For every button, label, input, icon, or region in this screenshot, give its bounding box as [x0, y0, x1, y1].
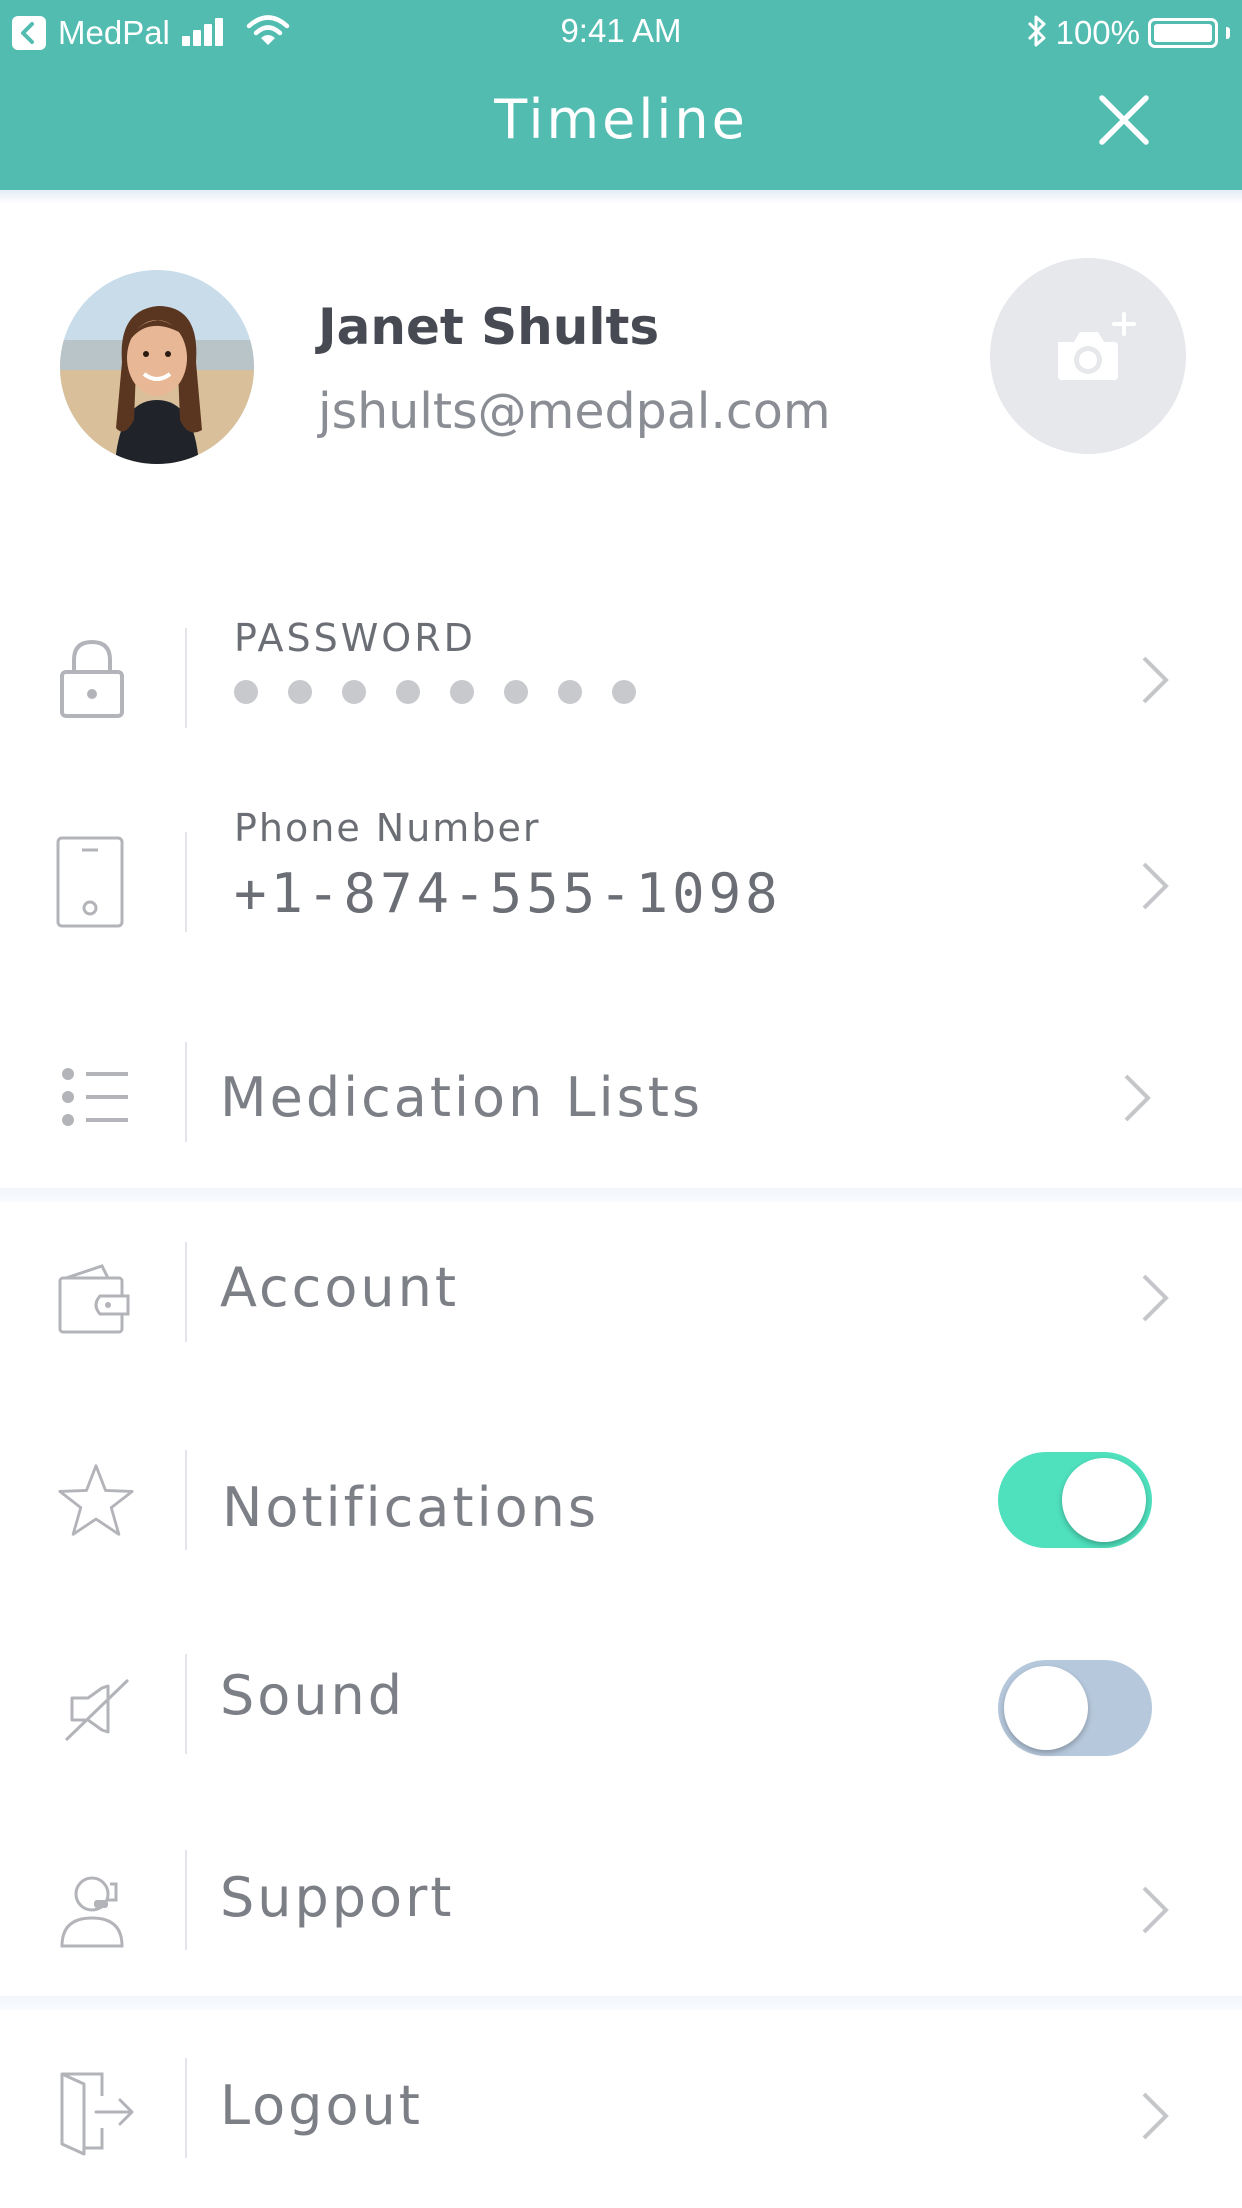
- notifications-label: Notifications: [222, 1476, 599, 1539]
- back-arrow-icon[interactable]: [12, 16, 46, 50]
- toggle-knob: [1062, 1458, 1146, 1542]
- password-dot: [396, 680, 420, 704]
- sound-toggle[interactable]: [998, 1660, 1152, 1756]
- profile-email: jshults@medpal.com: [318, 383, 831, 440]
- phone-number-value: +1-874-555-1098: [234, 862, 782, 925]
- sound-label: Sound: [220, 1664, 406, 1727]
- account-row[interactable]: Account: [0, 1230, 1242, 1370]
- sound-off-icon: [64, 1678, 130, 1742]
- status-bar-right: 100%: [1026, 10, 1230, 56]
- camera-add-icon: [1058, 312, 1136, 380]
- section-separator: [0, 1188, 1242, 1202]
- support-label: Support: [220, 1866, 455, 1929]
- medication-lists-row[interactable]: Medication Lists: [0, 1030, 1242, 1170]
- password-label: PASSWORD: [234, 616, 476, 660]
- row-divider: [185, 628, 187, 728]
- add-photo-button[interactable]: [990, 258, 1186, 454]
- password-masked-value: [234, 680, 636, 704]
- logout-row[interactable]: Logout: [0, 2040, 1242, 2190]
- chevron-right-icon: [1142, 1274, 1169, 1322]
- wifi-icon: [246, 15, 290, 51]
- phone-number-row[interactable]: Phone Number +1-874-555-1098: [0, 800, 1242, 960]
- password-dot: [234, 680, 258, 704]
- notifications-row: Notifications: [0, 1440, 1242, 1580]
- phone-icon: [56, 836, 124, 928]
- row-divider: [185, 1850, 187, 1950]
- row-divider: [185, 1042, 187, 1142]
- support-icon: [60, 1876, 124, 1948]
- password-dot: [558, 680, 582, 704]
- battery-percentage: 100%: [1055, 14, 1140, 51]
- close-icon: [1099, 95, 1149, 145]
- password-dot: [342, 680, 366, 704]
- logout-icon: [60, 2072, 134, 2156]
- row-divider: [185, 832, 187, 932]
- back-app-label[interactable]: MedPal: [58, 14, 170, 52]
- toggle-knob: [1004, 1666, 1088, 1750]
- lock-icon: [60, 639, 124, 718]
- phone-number-label: Phone Number: [234, 806, 541, 850]
- battery-fill: [1154, 24, 1212, 42]
- bluetooth-icon: [1026, 14, 1048, 52]
- section-separator: [0, 1996, 1242, 2010]
- password-dot: [288, 680, 312, 704]
- password-dot: [504, 680, 528, 704]
- page-title: Timeline: [494, 88, 748, 151]
- close-button[interactable]: [1090, 86, 1158, 154]
- wallet-icon: [58, 1264, 130, 1334]
- chevron-right-icon: [1142, 2092, 1169, 2140]
- list-icon: [62, 1068, 128, 1126]
- password-dot: [450, 680, 474, 704]
- battery-icon: [1148, 18, 1218, 48]
- row-divider: [185, 1654, 187, 1754]
- signal-icon: [181, 16, 234, 50]
- chevron-right-icon: [1142, 862, 1169, 910]
- header-shadow: [0, 190, 1242, 204]
- logout-label: Logout: [220, 2074, 423, 2137]
- status-bar-left: MedPal: [12, 10, 290, 56]
- account-label: Account: [220, 1256, 460, 1319]
- password-dot: [612, 680, 636, 704]
- profile-name: Janet Shults: [318, 298, 660, 356]
- support-row[interactable]: Support: [0, 1840, 1242, 1980]
- row-divider: [185, 1450, 187, 1550]
- notifications-toggle[interactable]: [998, 1452, 1152, 1548]
- chevron-right-icon: [1142, 1886, 1169, 1934]
- avatar[interactable]: [60, 270, 254, 464]
- row-divider: [185, 1242, 187, 1342]
- row-divider: [185, 2058, 187, 2158]
- star-icon: [58, 1464, 134, 1536]
- chevron-right-icon: [1124, 1074, 1151, 1122]
- sound-row: Sound: [0, 1640, 1242, 1780]
- medication-lists-label: Medication Lists: [220, 1066, 704, 1129]
- chevron-right-icon: [1142, 656, 1169, 704]
- battery-tip: [1226, 27, 1230, 39]
- settings-screen: MedPal 9:41 AM 100% Timeline Janet Shult…: [0, 0, 1242, 2208]
- header-bar: MedPal 9:41 AM 100% Timeline: [0, 0, 1242, 190]
- password-row[interactable]: PASSWORD: [0, 600, 1242, 760]
